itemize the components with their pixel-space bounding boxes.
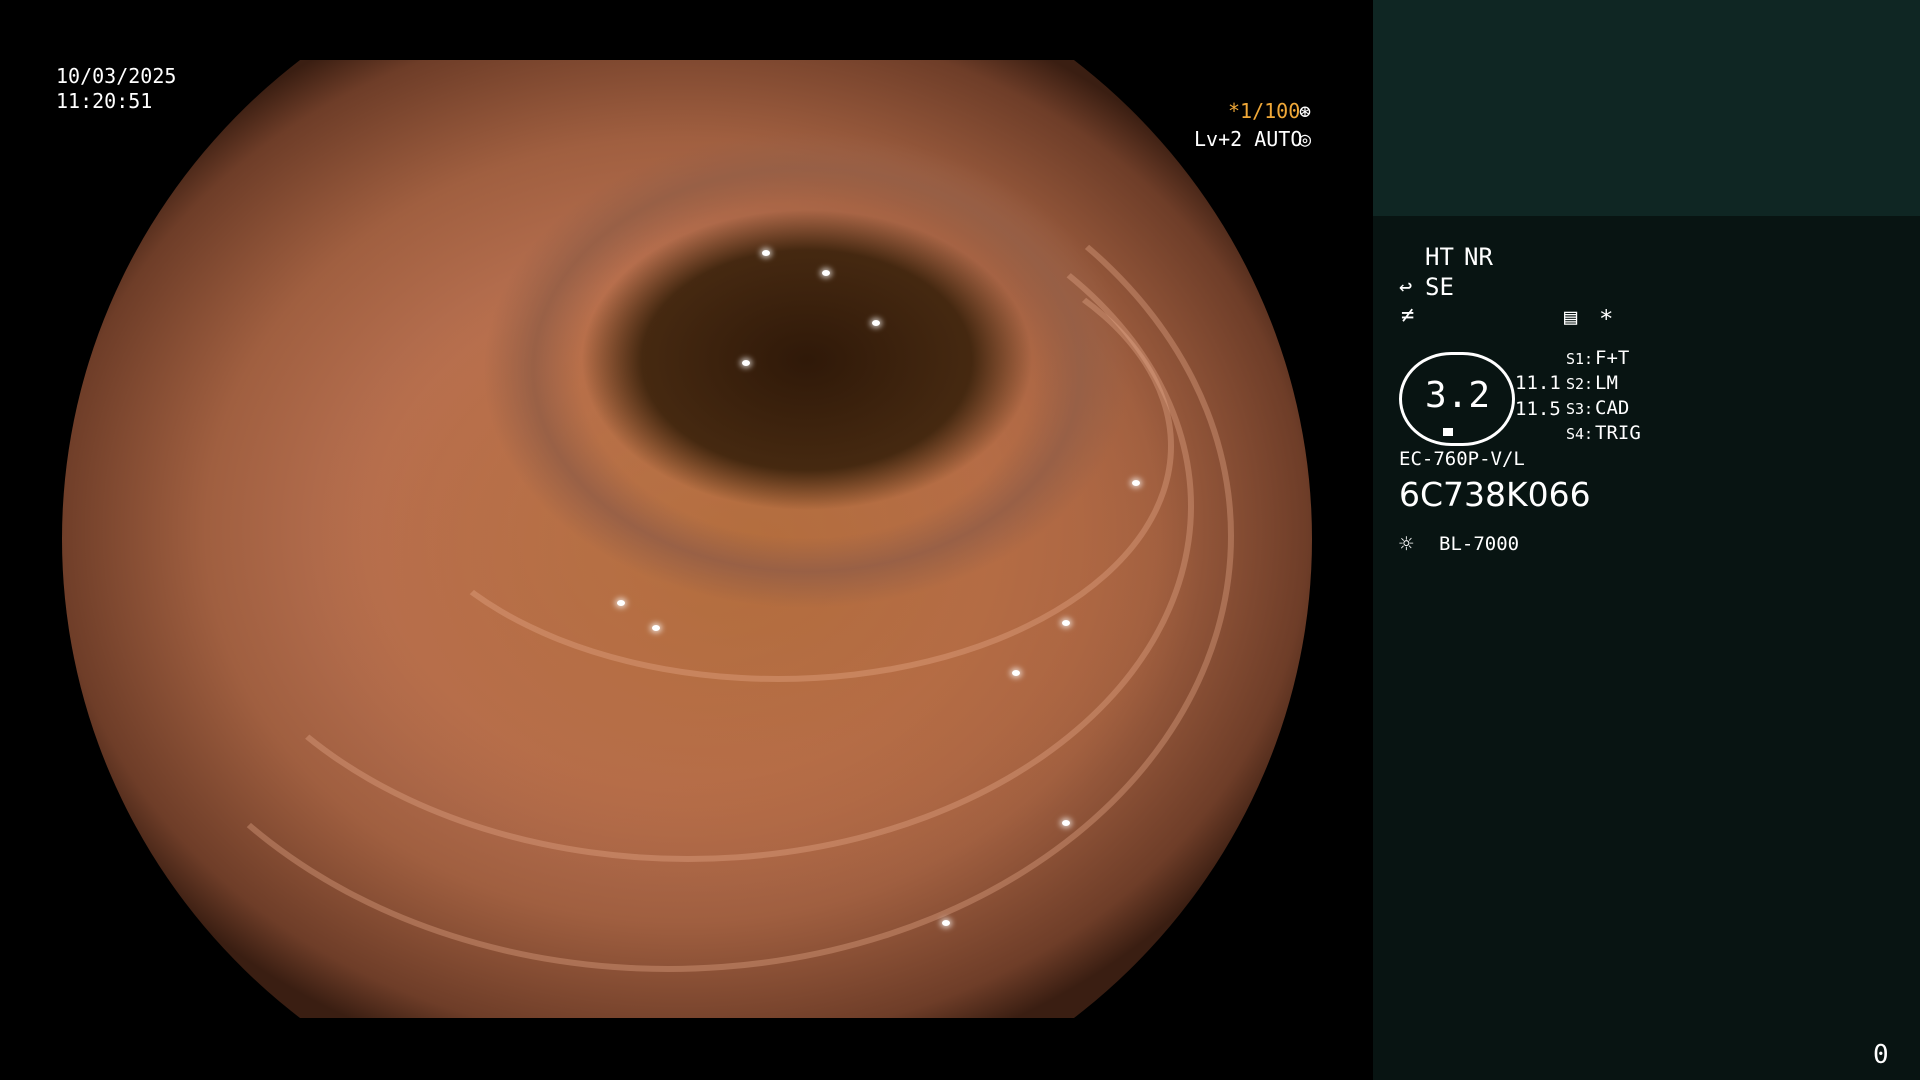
- iris-icon: ◎: [1299, 127, 1312, 151]
- not-equal-icon: ≠: [1401, 303, 1415, 328]
- reading-2: 11.5: [1515, 398, 1561, 420]
- switch-value-s4: TRIG: [1595, 422, 1641, 444]
- panel-header-area: [1373, 0, 1920, 216]
- light-reflection: [1012, 670, 1020, 676]
- switch-key-s2: S2:: [1566, 375, 1594, 393]
- switch-key-s1: S1:: [1566, 350, 1594, 368]
- switch-value-s2: LM: [1595, 372, 1618, 394]
- switch-value-s1: F+T: [1595, 347, 1630, 369]
- light-reflection: [652, 625, 660, 631]
- reading-1: 11.1: [1515, 372, 1561, 394]
- scope-model: EC-760P-V/L: [1399, 448, 1525, 470]
- zoom-bar-icon: [1443, 428, 1453, 436]
- time-label: 11:20:51: [56, 89, 153, 113]
- mucosal-fold: [382, 210, 1174, 682]
- light-reflection: [872, 320, 880, 326]
- light-reflection: [942, 920, 950, 926]
- light-reflection: [1062, 620, 1070, 626]
- date-label: 10/03/2025: [56, 64, 177, 88]
- endoscopic-image: [62, 60, 1312, 1018]
- switch-key-s3: S3:: [1566, 400, 1594, 418]
- memo-icon: ▤: [1564, 305, 1578, 330]
- light-reflection: [762, 250, 770, 256]
- light-reflection: [1062, 820, 1070, 826]
- ht-label: HT: [1425, 243, 1454, 271]
- endoscope-video-area: 10/03/2025 11:20:51 *1/100 ⊛ Lv+2 AUTO ◎: [0, 0, 1372, 1080]
- serial-number: 6C738K066: [1399, 475, 1591, 514]
- light-source: BL-7000: [1439, 533, 1520, 555]
- se-label: SE: [1425, 273, 1454, 301]
- shutter-label: *1/100: [1228, 99, 1301, 123]
- switch-key-s4: S4:: [1566, 425, 1594, 443]
- level-label: Lv+2 AUTO: [1194, 127, 1303, 151]
- nr-label: NR: [1464, 243, 1493, 271]
- star-label: *: [1599, 305, 1614, 333]
- scope-bend-icon: ↩: [1399, 275, 1413, 300]
- light-reflection: [1132, 480, 1140, 486]
- light-reflection: [742, 360, 750, 366]
- aperture-icon: ⊛: [1299, 99, 1312, 123]
- switch-value-s3: CAD: [1595, 397, 1630, 419]
- info-panel: HT NR ↩ SE ≠ ▤ * 3.2 11.1 11.5 S1: F+T S…: [1373, 0, 1920, 1080]
- zoom-value: 3.2: [1425, 375, 1491, 416]
- light-reflection: [617, 600, 625, 606]
- light-reflection: [822, 270, 830, 276]
- counter: 0: [1873, 1040, 1889, 1070]
- lamp-icon: ☼: [1399, 530, 1414, 558]
